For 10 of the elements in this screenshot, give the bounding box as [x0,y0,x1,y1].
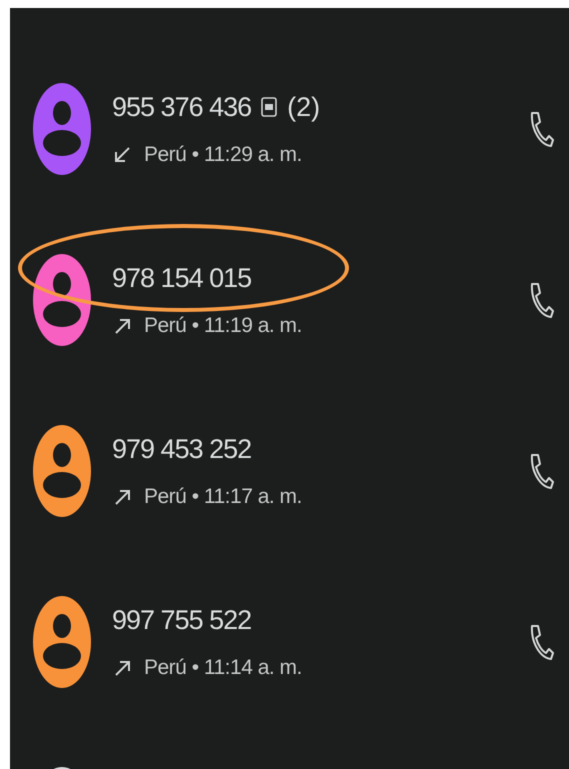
call-count: (2) [287,90,320,124]
call-details: Perú • 11:17 a. m. [144,484,302,510]
phone-number: 955 376 436 [112,90,252,124]
call-details: Perú • 11:29 a. m. [144,142,302,168]
phone-number: 997 755 522 [112,604,252,636]
call-details: Perú • 11:19 a. m. [144,313,302,339]
call-details: Perú • 11:14 a. m. [144,655,302,681]
phone-number: 979 453 252 [112,432,252,466]
incoming-arrow-icon [112,144,132,165]
phone-number: 978 154 015 [112,262,252,294]
